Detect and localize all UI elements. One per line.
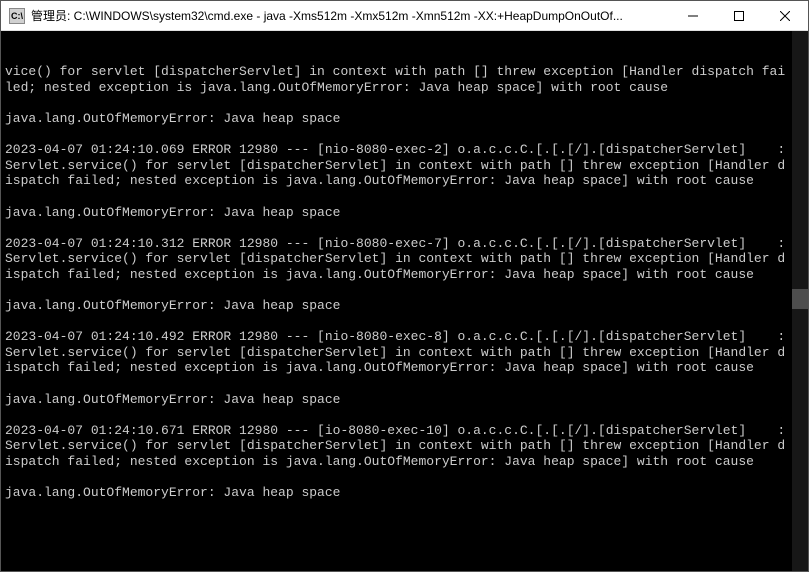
window-controls <box>670 1 808 30</box>
terminal-output: vice() for servlet [dispatcherServlet] i… <box>5 64 804 501</box>
terminal-area[interactable]: vice() for servlet [dispatcherServlet] i… <box>1 31 808 571</box>
scrollbar-track[interactable] <box>792 31 808 571</box>
window-title: 管理员: C:\WINDOWS\system32\cmd.exe - java … <box>25 7 670 24</box>
minimize-button[interactable] <box>670 1 716 30</box>
close-button[interactable] <box>762 1 808 30</box>
scrollbar-thumb[interactable] <box>792 289 808 309</box>
cmd-icon: C:\ <box>9 8 25 24</box>
maximize-button[interactable] <box>716 1 762 30</box>
title-bar: C:\ 管理员: C:\WINDOWS\system32\cmd.exe - j… <box>1 1 808 31</box>
